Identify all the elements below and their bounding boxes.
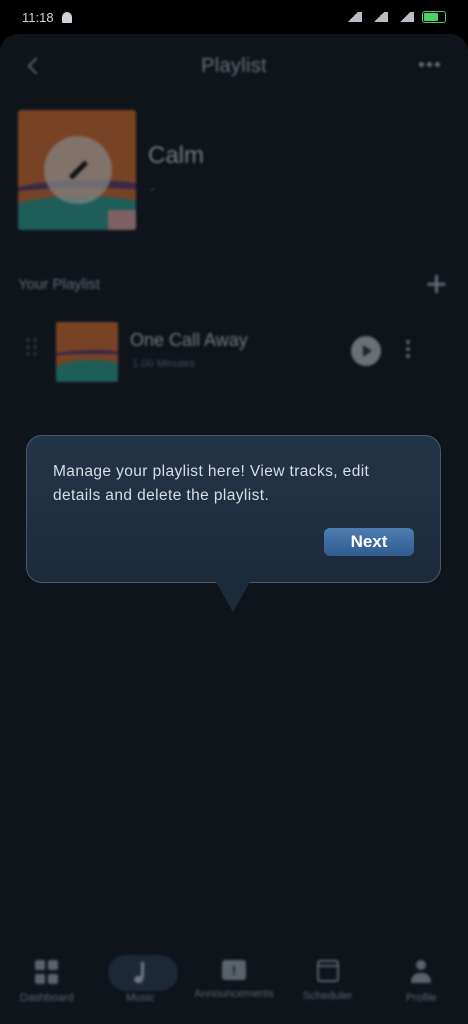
more-dot (427, 62, 432, 67)
play-icon (363, 345, 372, 357)
onboarding-tooltip: Manage your playlist here! View tracks, … (26, 435, 441, 583)
nav-label: Profile (405, 992, 437, 1004)
app-header: Playlist (0, 34, 468, 98)
nav-music[interactable]: Music (94, 950, 186, 1004)
nav-announcements[interactable]: ! Announcements (188, 950, 280, 1000)
music-note-icon (128, 960, 152, 984)
tooltip-text: Manage your playlist here! View tracks, … (53, 463, 370, 504)
profile-icon (410, 960, 432, 984)
playlist-screen: Playlist Calm - Your Playlist One Call A… (0, 34, 468, 1024)
nav-label: Scheduler (302, 990, 353, 1002)
signal-icon (370, 12, 388, 22)
track-duration: 1.00 Minutes (132, 358, 195, 370)
bell-icon (61, 11, 72, 23)
announcement-icon: ! (221, 960, 246, 980)
track-thumbnail (56, 322, 118, 382)
dashboard-icon (34, 960, 59, 984)
more-dot (435, 62, 440, 67)
nav-label: Announcements (194, 988, 274, 1000)
edit-cover-button[interactable] (44, 136, 112, 204)
play-button[interactable] (351, 336, 381, 366)
track-more-button[interactable] (406, 340, 410, 358)
clock: 11:18 (22, 9, 54, 25)
nav-profile[interactable]: Profile (375, 950, 467, 1004)
playlist-subtitle: - (150, 180, 155, 196)
pencil-icon (68, 160, 88, 180)
drag-handle-icon[interactable] (26, 338, 37, 356)
next-button[interactable]: Next (324, 528, 414, 556)
tooltip-pointer (216, 582, 250, 612)
more-dot (419, 62, 424, 67)
bottom-navigation: Dashboard Music ! Announcements Schedule… (0, 950, 468, 1024)
signal-icon (344, 12, 362, 22)
track-row[interactable]: One Call Away 1.00 Minutes (0, 316, 468, 384)
playlist-cover[interactable] (18, 110, 136, 230)
playlist-name: Calm (148, 142, 205, 169)
nav-scheduler[interactable]: Scheduler (282, 950, 374, 1002)
more-options-button[interactable] (419, 62, 440, 67)
back-button[interactable] (22, 54, 46, 78)
track-title: One Call Away (130, 330, 248, 350)
wifi-icon (396, 12, 414, 22)
section-title: Your Playlist (18, 276, 100, 293)
add-track-button[interactable] (426, 274, 446, 294)
nav-label: Dashboard (19, 992, 74, 1004)
page-title: Playlist (201, 54, 267, 77)
nav-dashboard[interactable]: Dashboard (1, 950, 93, 1004)
chevron-left-icon (27, 57, 45, 75)
battery-icon (422, 11, 446, 23)
nav-label: Music (126, 992, 155, 1004)
status-bar: 11:18 (0, 0, 468, 34)
calendar-icon (316, 960, 339, 982)
